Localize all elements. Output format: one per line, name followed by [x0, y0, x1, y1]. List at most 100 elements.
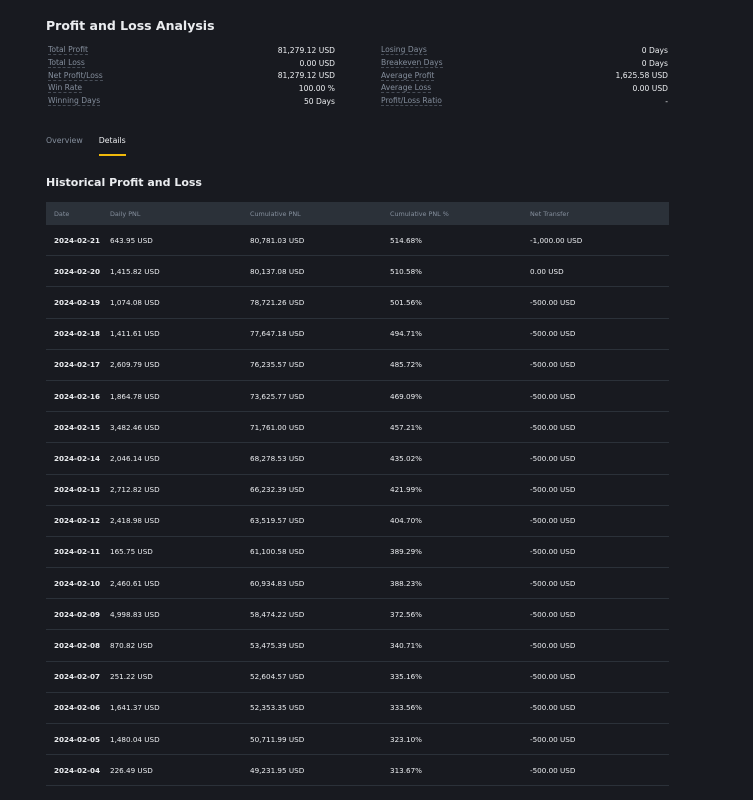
table-row: 2024-02-07 251.22 USD 52,604.57 USD 335.16%…: [46, 662, 669, 693]
cell-date: 2024-02-21: [54, 235, 100, 245]
cell-daily-pnl: 1,411.61 USD: [110, 329, 160, 339]
stat-value: 50 Days: [303, 96, 335, 106]
stat-label[interactable]: Total Loss: [48, 58, 85, 69]
cell-date: 2024-02-17: [54, 360, 100, 370]
cell-cumulative-pnl-percent: 313.67%: [390, 765, 422, 775]
stats-left-column: Total Profit 81,279.12 USD Total Loss 0.…: [48, 44, 335, 107]
stat-label[interactable]: Total Profit: [48, 45, 88, 56]
cell-daily-pnl: 1,480.04 USD: [110, 734, 160, 744]
cell-cumulative-pnl: 80,781.03 USD: [250, 235, 305, 245]
cell-daily-pnl: 1,074.08 USD: [110, 297, 160, 307]
cell-date: 2024-02-11: [54, 547, 100, 557]
stat-total-loss: Total Loss 0.00 USD: [48, 57, 335, 70]
cell-daily-pnl: 226.49 USD: [110, 765, 153, 775]
cell-net-transfer: -500.00 USD: [530, 765, 576, 775]
column-header-cumulative-pnl: Cumulative PNL: [250, 209, 301, 218]
cell-date: 2024-02-18: [54, 329, 100, 339]
stat-breakeven-days: Breakeven Days 0 Days: [381, 57, 668, 70]
cell-cumulative-pnl: 50,711.99 USD: [250, 734, 305, 744]
cell-cumulative-pnl-percent: 333.56%: [390, 703, 422, 713]
page-title: Profit and Loss Analysis: [46, 18, 215, 33]
stat-value: 0 Days: [641, 58, 668, 68]
cell-cumulative-pnl-percent: 388.23%: [390, 578, 422, 588]
stat-average-loss: Average Loss 0.00 USD: [381, 82, 668, 95]
cell-cumulative-pnl: 78,721.26 USD: [250, 297, 305, 307]
stat-label[interactable]: Breakeven Days: [381, 58, 443, 69]
tab-details[interactable]: Details: [98, 136, 126, 156]
table-row: 2024-02-12 2,418.98 USD 63,519.57 USD 404.7…: [46, 506, 669, 537]
stat-profit-loss-ratio: Profit/Loss Ratio -: [381, 95, 668, 108]
stat-label[interactable]: Average Loss: [381, 83, 432, 94]
cell-date: 2024-02-08: [54, 641, 100, 651]
table-row: 2024-02-19 1,074.08 USD 78,721.26 USD 501.5…: [46, 287, 669, 319]
cell-net-transfer: -500.00 USD: [530, 672, 576, 682]
cell-cumulative-pnl: 76,235.57 USD: [250, 360, 305, 370]
cell-date: 2024-02-16: [54, 391, 100, 401]
cell-cumulative-pnl: 71,761.00 USD: [250, 422, 305, 432]
cell-date: 2024-02-05: [54, 734, 100, 744]
column-header-cumulative-pnl-percent: Cumulative PNL %: [390, 209, 449, 218]
cell-date: 2024-02-06: [54, 703, 100, 713]
table-header: Date Daily PNL Cumulative PNL Cumulative…: [46, 202, 669, 225]
cell-daily-pnl: 2,712.82 USD: [110, 485, 160, 495]
cell-daily-pnl: 2,460.61 USD: [110, 578, 160, 588]
cell-net-transfer: -500.00 USD: [530, 453, 576, 463]
stat-value: -: [665, 96, 668, 106]
cell-daily-pnl: 1,641.37 USD: [110, 703, 160, 713]
stat-label[interactable]: Losing Days: [381, 45, 427, 56]
cell-net-transfer: -1,000.00 USD: [530, 235, 583, 245]
column-header-date: Date: [54, 209, 70, 218]
cell-cumulative-pnl-percent: 335.16%: [390, 672, 422, 682]
cell-date: 2024-02-09: [54, 609, 100, 619]
table-row: 2024-02-05 1,480.04 USD 50,711.99 USD 323.1…: [46, 724, 669, 756]
table-row: 2024-02-11 165.75 USD 61,100.58 USD 389.29%…: [46, 537, 669, 569]
stat-value: 0 Days: [641, 45, 668, 55]
stat-label[interactable]: Net Profit/Loss: [48, 71, 103, 81]
table-row: 2024-02-13 2,712.82 USD 66,232.39 USD 421.9…: [46, 475, 669, 506]
cell-cumulative-pnl: 61,100.58 USD: [250, 547, 305, 557]
stat-total-profit: Total Profit 81,279.12 USD: [48, 44, 335, 57]
stat-label[interactable]: Profit/Loss Ratio: [381, 96, 442, 107]
cell-cumulative-pnl: 60,934.83 USD: [250, 578, 305, 588]
cell-cumulative-pnl-percent: 514.68%: [390, 235, 422, 245]
stats-right-column: Losing Days 0 Days Breakeven Days 0 Days…: [381, 44, 668, 107]
cell-cumulative-pnl: 80,137.08 USD: [250, 266, 305, 276]
stat-label[interactable]: Average Profit: [381, 71, 435, 81]
cell-daily-pnl: 251.22 USD: [110, 672, 153, 682]
cell-cumulative-pnl-percent: 404.70%: [390, 516, 422, 526]
stat-label[interactable]: Win Rate: [48, 83, 83, 94]
cell-net-transfer: -500.00 USD: [530, 360, 576, 370]
cell-date: 2024-02-10: [54, 578, 100, 588]
cell-cumulative-pnl-percent: 435.02%: [390, 453, 422, 463]
cell-cumulative-pnl-percent: 323.10%: [390, 734, 422, 744]
stat-label[interactable]: Winning Days: [48, 96, 101, 107]
cell-date: 2024-02-07: [54, 672, 100, 682]
cell-net-transfer: -500.00 USD: [530, 329, 576, 339]
cell-date: 2024-02-14: [54, 453, 100, 463]
table-row: 2024-02-20 1,415.82 USD 80,137.08 USD 510.5…: [46, 256, 669, 288]
table-row: 2024-02-15 3,482.46 USD 71,761.00 USD 457.2…: [46, 412, 669, 444]
table-row: 2024-02-17 2,609.79 USD 76,235.57 USD 485.7…: [46, 350, 669, 381]
cell-daily-pnl: 643.95 USD: [110, 235, 153, 245]
section-title: Historical Profit and Loss: [46, 176, 202, 189]
tab-overview[interactable]: Overview: [46, 136, 83, 156]
cell-daily-pnl: 2,046.14 USD: [110, 453, 160, 463]
cell-net-transfer: -500.00 USD: [530, 547, 576, 557]
stat-value: 81,279.12 USD: [277, 45, 335, 55]
table-row: 2024-02-04 226.49 USD 49,231.95 USD 313.67%…: [46, 755, 669, 787]
cell-cumulative-pnl: 58,474.22 USD: [250, 609, 305, 619]
stat-winning-days: Winning Days 50 Days: [48, 95, 335, 108]
cell-net-transfer: -500.00 USD: [530, 609, 576, 619]
table-row: 2024-02-18 1,411.61 USD 77,647.18 USD 494.7…: [46, 319, 669, 350]
cell-daily-pnl: 4,998.83 USD: [110, 609, 160, 619]
stat-value: 1,625.58 USD: [615, 71, 668, 81]
cell-date: 2024-02-15: [54, 422, 100, 432]
cell-daily-pnl: 2,609.79 USD: [110, 360, 160, 370]
stat-win-rate: Win Rate 100.00 %: [48, 82, 335, 95]
stat-value: 81,279.12 USD: [277, 71, 335, 81]
cell-net-transfer: -500.00 USD: [530, 703, 576, 713]
stat-value: 100.00 %: [298, 83, 335, 93]
cell-cumulative-pnl: 68,278.53 USD: [250, 453, 305, 463]
cell-daily-pnl: 3,482.46 USD: [110, 422, 160, 432]
cell-cumulative-pnl-percent: 372.56%: [390, 609, 422, 619]
